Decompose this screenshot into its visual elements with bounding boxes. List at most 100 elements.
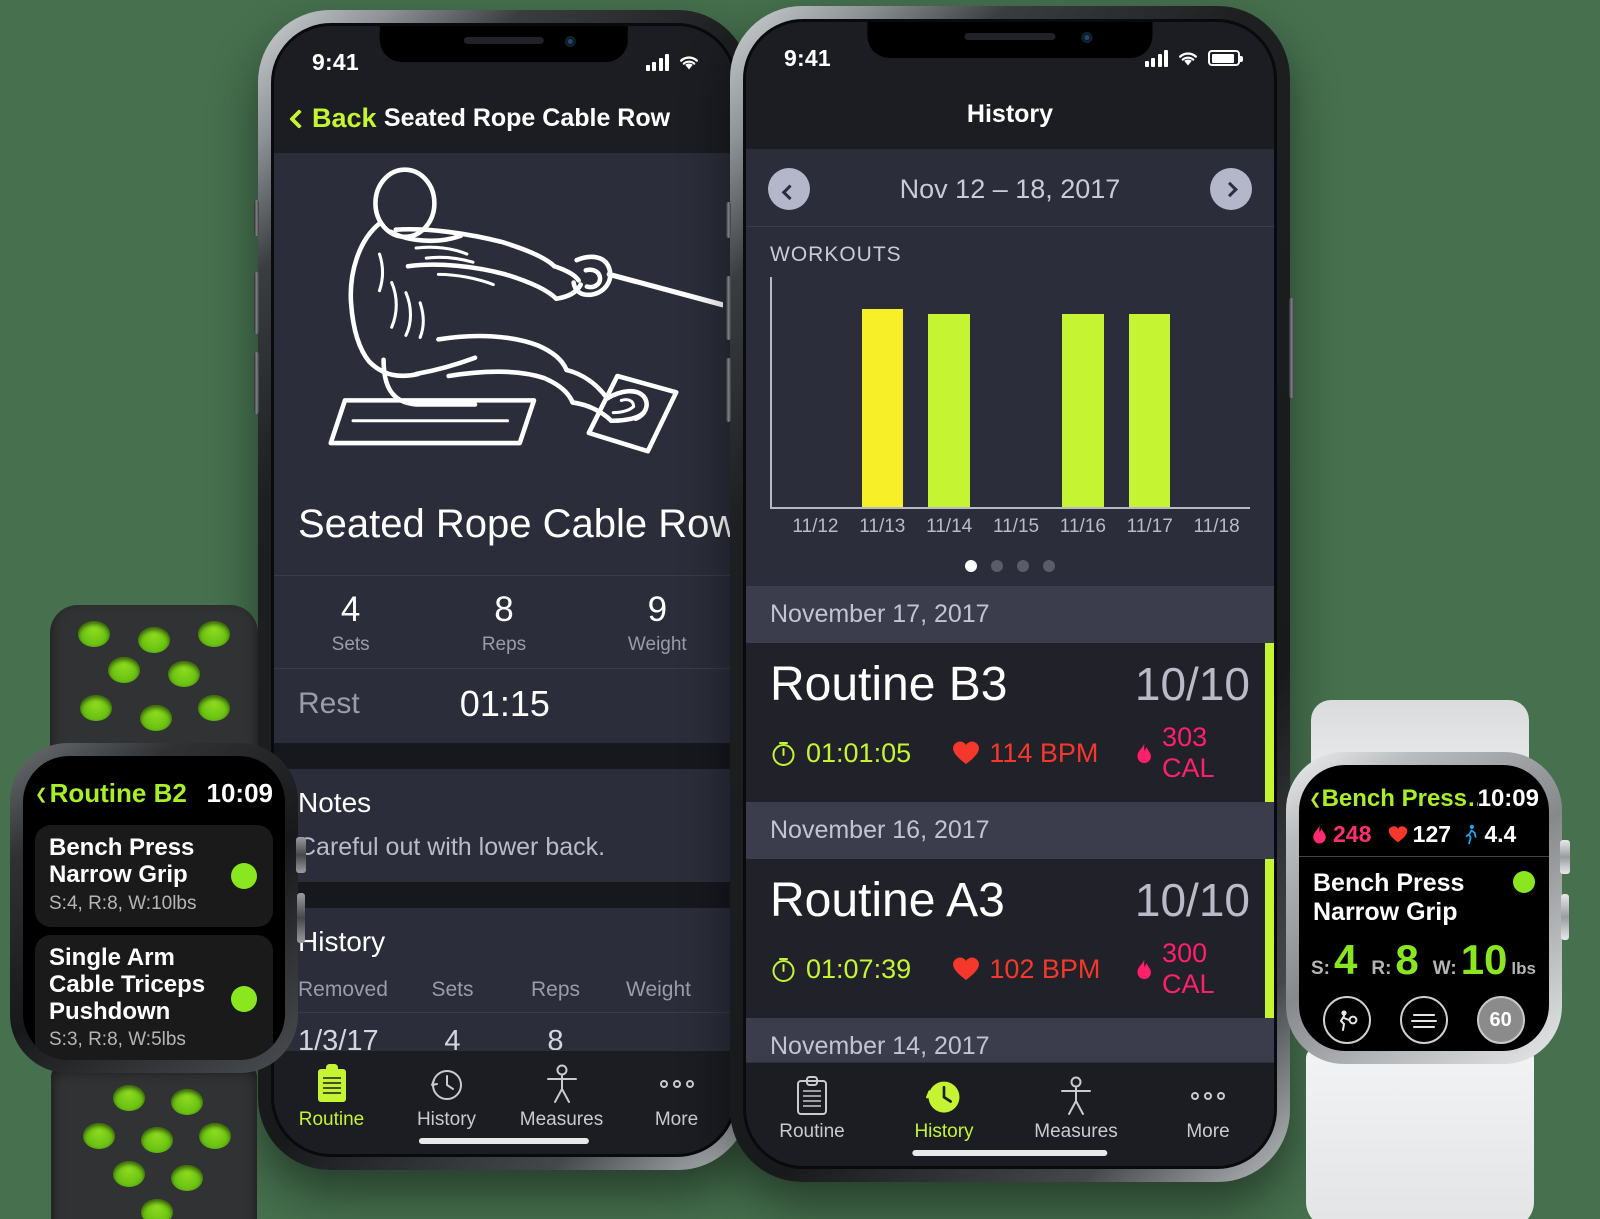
right-phone-power-button[interactable] bbox=[1289, 298, 1294, 398]
chevron-left-icon bbox=[781, 184, 797, 200]
nav-bar-right: History bbox=[746, 80, 1274, 150]
clipboard-icon bbox=[746, 1073, 878, 1119]
chart-column[interactable] bbox=[1049, 277, 1116, 509]
watch-back-label-right[interactable]: Bench Press… bbox=[1322, 785, 1478, 813]
notch-right bbox=[867, 22, 1153, 58]
side-button[interactable] bbox=[297, 893, 305, 943]
list-item[interactable]: Bench Press Narrow Grip S:4, R:8, W:10lb… bbox=[35, 825, 273, 927]
chevron-left-icon bbox=[289, 108, 309, 129]
tab-routine-label-right: Routine bbox=[779, 1121, 845, 1142]
rest-label: Rest bbox=[298, 687, 360, 720]
chevron-left-icon[interactable]: ❮ bbox=[1309, 790, 1322, 808]
tab-measures-right[interactable]: Measures bbox=[1010, 1073, 1142, 1143]
watch-time-right: 10:09 bbox=[1477, 785, 1539, 812]
cellular-signal-icon bbox=[645, 53, 669, 71]
workout-name: Routine B3 bbox=[770, 658, 1008, 711]
chart-bar bbox=[1129, 314, 1171, 509]
seated-rope-cable-row-figure-icon bbox=[327, 167, 723, 454]
watch-action-buttons: 60 bbox=[1299, 984, 1549, 1044]
watch-back-label[interactable]: Routine B2 bbox=[50, 778, 207, 809]
chart-x-tick: 11/13 bbox=[859, 516, 906, 537]
status-dot bbox=[1513, 871, 1535, 893]
exercise-figure-icon[interactable] bbox=[1323, 996, 1372, 1044]
page-dot-3[interactable] bbox=[1017, 560, 1029, 572]
notes-text: Careful out with lower back. bbox=[298, 833, 606, 861]
tab-more[interactable]: More bbox=[619, 1061, 734, 1131]
prev-week-button[interactable] bbox=[768, 168, 810, 210]
tab-history[interactable]: History bbox=[389, 1061, 504, 1131]
reps-key: R: bbox=[1371, 958, 1392, 979]
metric-duration-2: 01:07:39 bbox=[770, 954, 952, 985]
right-phone-volume-up[interactable] bbox=[726, 276, 731, 340]
status-time: 9:41 bbox=[312, 48, 359, 75]
chart-column[interactable] bbox=[782, 277, 849, 509]
tab-more-right[interactable]: More bbox=[1142, 1073, 1274, 1143]
digital-crown-right[interactable] bbox=[1560, 840, 1570, 874]
next-week-button[interactable] bbox=[1210, 168, 1252, 210]
sets-key: S: bbox=[1311, 958, 1330, 979]
watch-set-rep-weight[interactable]: S: 4 R: 8 W: 10 lbs bbox=[1299, 926, 1549, 984]
list-lines-icon[interactable] bbox=[1399, 996, 1448, 1044]
back-button[interactable]: Back bbox=[274, 103, 377, 134]
metric-duration-value: 01:01:05 bbox=[806, 737, 912, 768]
weight-value: 10 bbox=[1460, 936, 1508, 983]
tab-more-label: More bbox=[654, 1109, 699, 1130]
exercise-illustration bbox=[274, 154, 734, 472]
chart-x-tick: 11/17 bbox=[1126, 516, 1173, 537]
chart-column[interactable] bbox=[849, 277, 916, 509]
stat-calories: 248 bbox=[1311, 821, 1384, 848]
home-indicator-right[interactable] bbox=[912, 1150, 1108, 1156]
tab-routine-right[interactable]: Routine bbox=[746, 1073, 878, 1143]
workout-metrics: 01:01:05 114 BPM 303 CAL bbox=[770, 722, 1250, 784]
stat-distance-value: 4.4 bbox=[1484, 821, 1517, 847]
list-item[interactable]: Single Arm Cable Triceps Pushdown S:3, R… bbox=[35, 934, 273, 1060]
tab-measures-label: Measures bbox=[519, 1109, 604, 1130]
rest-row[interactable]: Rest 01:15 bbox=[274, 668, 734, 743]
iphone-left-screen: 9:41 Back Seated Rope Cable Row Seated R… bbox=[271, 23, 737, 1157]
page-dot-4[interactable] bbox=[1043, 560, 1055, 572]
left-phone-volume-down[interactable] bbox=[254, 352, 259, 414]
page-dots[interactable] bbox=[746, 544, 1274, 586]
page-dot-2[interactable] bbox=[991, 560, 1003, 572]
chart-column[interactable] bbox=[916, 277, 983, 509]
chart-column[interactable] bbox=[1116, 277, 1183, 509]
exercise-name: Bench Press Narrow Grip bbox=[49, 834, 195, 888]
workout-row-2[interactable]: Routine A3 10/10 01:07:39 102 BPM 300 CA… bbox=[746, 859, 1274, 1018]
workouts-bar-chart[interactable] bbox=[770, 277, 1250, 509]
screenshot-stage: 9:41 Back Seated Rope Cable Row Seated R… bbox=[0, 0, 1600, 1219]
metric-bpm-value-2: 102 BPM bbox=[989, 953, 1101, 984]
stat-reps-label: Reps bbox=[481, 634, 527, 655]
front-camera bbox=[565, 36, 577, 47]
digital-crown[interactable] bbox=[296, 837, 306, 873]
chart-bar bbox=[928, 314, 970, 509]
page-dot-1[interactable] bbox=[965, 560, 977, 572]
workout-row[interactable]: Routine B3 10/10 01:01:05 114 BPM 303 CA… bbox=[746, 643, 1274, 802]
timer-icon[interactable]: 60 bbox=[1476, 996, 1525, 1044]
stat-weight[interactable]: 9 Weight bbox=[581, 576, 734, 668]
chevron-left-icon[interactable]: ❮ bbox=[35, 785, 48, 803]
chart-column[interactable] bbox=[983, 277, 1050, 509]
side-button-right[interactable] bbox=[1561, 894, 1569, 940]
right-phone-mute-switch[interactable] bbox=[726, 202, 731, 238]
chart-bar bbox=[1062, 314, 1104, 509]
watch-band-bottom-right bbox=[1306, 1048, 1534, 1219]
timer-value: 60 bbox=[1489, 1008, 1512, 1031]
chart-column[interactable] bbox=[1183, 277, 1250, 509]
home-indicator[interactable] bbox=[418, 1138, 590, 1144]
right-phone-volume-down[interactable] bbox=[726, 358, 731, 422]
metric-calories-value: 303 CAL bbox=[1162, 722, 1215, 783]
left-phone-volume-up[interactable] bbox=[254, 272, 259, 334]
left-phone-mute-switch[interactable] bbox=[254, 200, 259, 236]
metric-bpm: 114 BPM bbox=[952, 738, 1134, 769]
tab-history-right[interactable]: History bbox=[878, 1073, 1010, 1143]
exercise-detail: Seated Rope Cable Row 4 Sets 8 Reps 9 We… bbox=[274, 472, 734, 743]
iphone-right-device: 9:41 History Nov 12 – 18, 2017 WORKOUTS … bbox=[726, 6, 1294, 1182]
stat-calories-value: 248 bbox=[1333, 821, 1372, 847]
stat-reps[interactable]: 8 Reps bbox=[427, 576, 580, 668]
band-perforation bbox=[141, 1127, 173, 1153]
tab-measures[interactable]: Measures bbox=[504, 1061, 619, 1131]
exercise-stats: 4 Sets 8 Reps 9 Weight bbox=[274, 575, 734, 668]
band-perforation bbox=[171, 1165, 203, 1191]
metric-bpm-2: 102 BPM bbox=[952, 954, 1134, 985]
stat-heart-rate-value: 127 bbox=[1412, 821, 1452, 847]
